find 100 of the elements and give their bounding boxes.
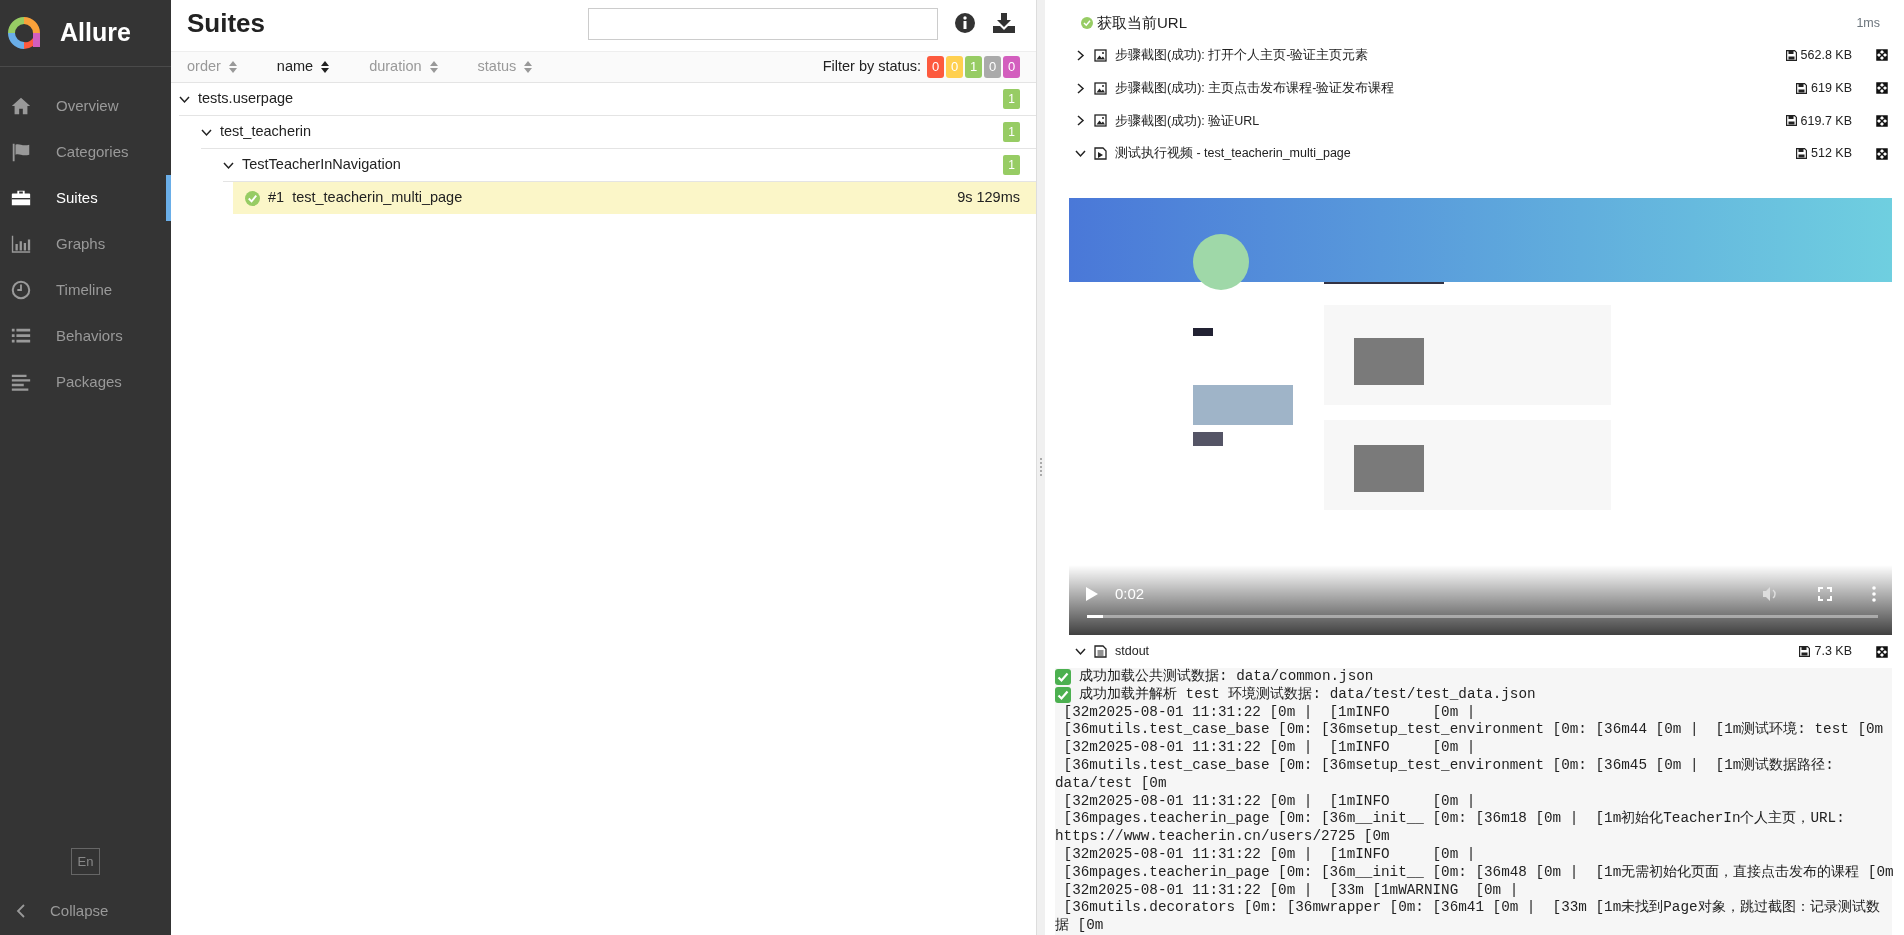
step-title: 获取当前URL <box>1097 13 1187 34</box>
sort-icon <box>228 61 237 73</box>
status-filter-badge[interactable]: 0 <box>984 56 1001 78</box>
sort-icon <box>321 61 330 73</box>
more-icon <box>1872 585 1876 602</box>
video-time: 0:02 <box>1115 583 1145 604</box>
status-filter-badge[interactable]: 0 <box>927 56 944 78</box>
tree-node[interactable]: TestTeacherInNavigation <box>223 154 401 176</box>
chevron-down-icon <box>1075 646 1086 658</box>
save-icon <box>1799 646 1811 658</box>
sort-icon <box>524 61 533 73</box>
log-line: [32m2025-08-01 11:31:22 [0m | [1mINFO [0m | <box>1062 792 1476 811</box>
sort-option[interactable]: name <box>276 56 330 78</box>
test-name: test_teacherin_multi_page <box>292 188 463 208</box>
test-case-row[interactable]: #1 test_teacherin_multi_page 9s 129ms <box>233 182 1036 214</box>
tree-node[interactable]: tests.userpage <box>179 88 294 110</box>
grip-icon <box>1039 456 1043 479</box>
attachment-size: 619 KB <box>1811 79 1852 97</box>
tree-node[interactable]: test_teacherin <box>201 121 312 143</box>
expand-icon <box>1876 82 1888 95</box>
sidebar-item[interactable]: Overview <box>0 83 171 129</box>
test-duration: 9s 129ms <box>957 188 1020 208</box>
image-file-icon <box>1094 114 1107 128</box>
clock-icon <box>10 279 32 301</box>
home-icon <box>10 95 32 117</box>
sidebar-item[interactable]: Graphs <box>0 221 171 267</box>
page-title: Suites <box>187 7 266 40</box>
log-line: [36mpages.teacherin_page [0m: [36m__init__ [0m: [36m48 [0m | [1m无需初始化页面，直接点击发布的课程 [0m <box>1062 863 1894 882</box>
chevron-down-icon <box>1075 148 1086 160</box>
chevron-right-icon <box>1075 82 1086 94</box>
count-badge: 1 <box>1003 122 1020 142</box>
log-line: [32m2025-08-01 11:31:22 [0m | [1mINFO [0m | <box>1062 703 1476 722</box>
search-field[interactable] <box>588 8 938 40</box>
expand-icon <box>1876 645 1888 658</box>
attachment-size: 7.3 KB <box>1814 643 1852 661</box>
attachment-header[interactable]: stdout 7.3 KB <box>1045 635 1904 669</box>
attachment-header[interactable]: 测试执行视频 - test_teacherin_multi_page 512 KB <box>1045 137 1904 171</box>
flag-icon <box>10 141 32 163</box>
sort-option[interactable]: duration <box>369 56 438 78</box>
chevron-right-icon <box>1075 115 1086 127</box>
volume-icon <box>1762 585 1778 602</box>
test-index: #1 <box>268 188 285 208</box>
save-icon <box>1785 115 1797 127</box>
sidebar-item[interactable]: Timeline <box>0 267 171 313</box>
log-line: [32m2025-08-01 11:31:22 [0m | [1mINFO [0m | <box>1062 846 1476 864</box>
count-badge: 1 <box>1003 155 1020 175</box>
status-filter-badge[interactable]: 0 <box>1003 56 1020 78</box>
attachment-size: 619.7 KB <box>1800 112 1852 130</box>
splitter[interactable] <box>1037 0 1045 935</box>
chevron-left-icon <box>16 904 26 918</box>
filter-label: Filter by status: <box>822 57 921 77</box>
attachment-size: 512 KB <box>1811 145 1852 163</box>
expand-icon <box>1876 49 1888 62</box>
log-line: [36mpages.teacherin_page [0m: [36m__init__ [0m: [36m18 [0m | [1m初始化TeacherIn个人主页，URL: <box>1062 810 1845 829</box>
attachment-header[interactable]: 步骤截图(成功): 主页点击发布课程-验证发布课程 619 KB <box>1045 71 1904 105</box>
log-line: [36mutils.test_case_base [0m: [36msetup_test_environment [0m: [36m45 [0m | [1m测试数据路径: <box>1062 757 1834 775</box>
video-file-icon <box>1094 147 1107 161</box>
fullscreen-icon <box>1818 586 1832 601</box>
image-file-icon <box>1094 48 1107 62</box>
log-line: 据 [0m <box>1055 917 1104 935</box>
info-icon <box>954 12 976 34</box>
download-icon <box>992 12 1016 34</box>
sidebar-item[interactable]: Categories <box>0 129 171 175</box>
sidebar-item[interactable]: Packages <box>0 359 171 405</box>
video-progress-bar[interactable] <box>1087 615 1878 619</box>
text-file-icon <box>1094 645 1107 659</box>
chevron-right-icon <box>1075 49 1086 61</box>
sort-option[interactable]: status <box>477 56 533 78</box>
play-icon <box>1085 585 1099 602</box>
collapse-button[interactable]: Collapse <box>0 891 171 931</box>
sort-option[interactable]: order <box>187 56 237 78</box>
log-line: [36mutils.test_case_base [0m: [36msetup_test_environment [0m: [36m44 [0m | [1m测试环境: test [0m <box>1062 721 1884 740</box>
attachment-title: 步骤截图(成功): 主页点击发布课程-验证发布课程 <box>1115 79 1395 97</box>
sort-icon <box>429 61 438 73</box>
save-icon <box>1796 82 1807 94</box>
bar-chart-icon <box>10 233 32 255</box>
save-icon <box>1796 148 1807 160</box>
log-line: [32m2025-08-01 11:31:22 [0m | [1mINFO [0m | <box>1062 739 1476 758</box>
save-icon <box>1785 49 1797 61</box>
sidebar-item[interactable]: Suites <box>0 175 171 221</box>
image-file-icon <box>1094 81 1107 95</box>
log-line: https://www.teacherin.cn/users/2725 [0m <box>1055 828 1390 846</box>
attachment-title: stdout <box>1115 643 1150 661</box>
app-name: Allure <box>60 17 131 49</box>
attachment-header[interactable]: 步骤截图(成功): 验证URL 619.7 KB <box>1045 104 1904 138</box>
language-button[interactable]: En <box>70 847 101 875</box>
attachment-header[interactable]: 步骤截图(成功): 打开个人主页-验证主页元素 562.8 KB <box>1045 38 1904 72</box>
count-badge: 1 <box>1003 89 1020 109</box>
sidebar-item[interactable]: Behaviors <box>0 313 171 359</box>
log-line: 成功加载公共测试数据: data/common.json <box>1079 668 1374 686</box>
attachment-title: 步骤截图(成功): 打开个人主页-验证主页元素 <box>1115 46 1369 64</box>
attachment-size: 562.8 KB <box>1800 46 1852 64</box>
log-line: data/test [0m <box>1055 774 1167 793</box>
log-line: [36mutils.decorators [0m: [36mwrapper [0m: [36m41 [0m | [33m [1m未找到Page对象，跳过截图：记录测试数 <box>1062 899 1880 917</box>
log-line: 成功加载并解析 test 环境测试数据: data/test/test_data.json <box>1079 685 1536 704</box>
log-line: [32m2025-08-01 11:31:22 [0m | [33m [1mWARNING [0m | <box>1062 881 1519 900</box>
step-duration: 1ms <box>1856 15 1880 33</box>
attachment-title: 测试执行视频 - test_teacherin_multi_page <box>1115 145 1351 163</box>
expand-icon <box>1876 114 1888 127</box>
expand-icon <box>1876 147 1888 160</box>
